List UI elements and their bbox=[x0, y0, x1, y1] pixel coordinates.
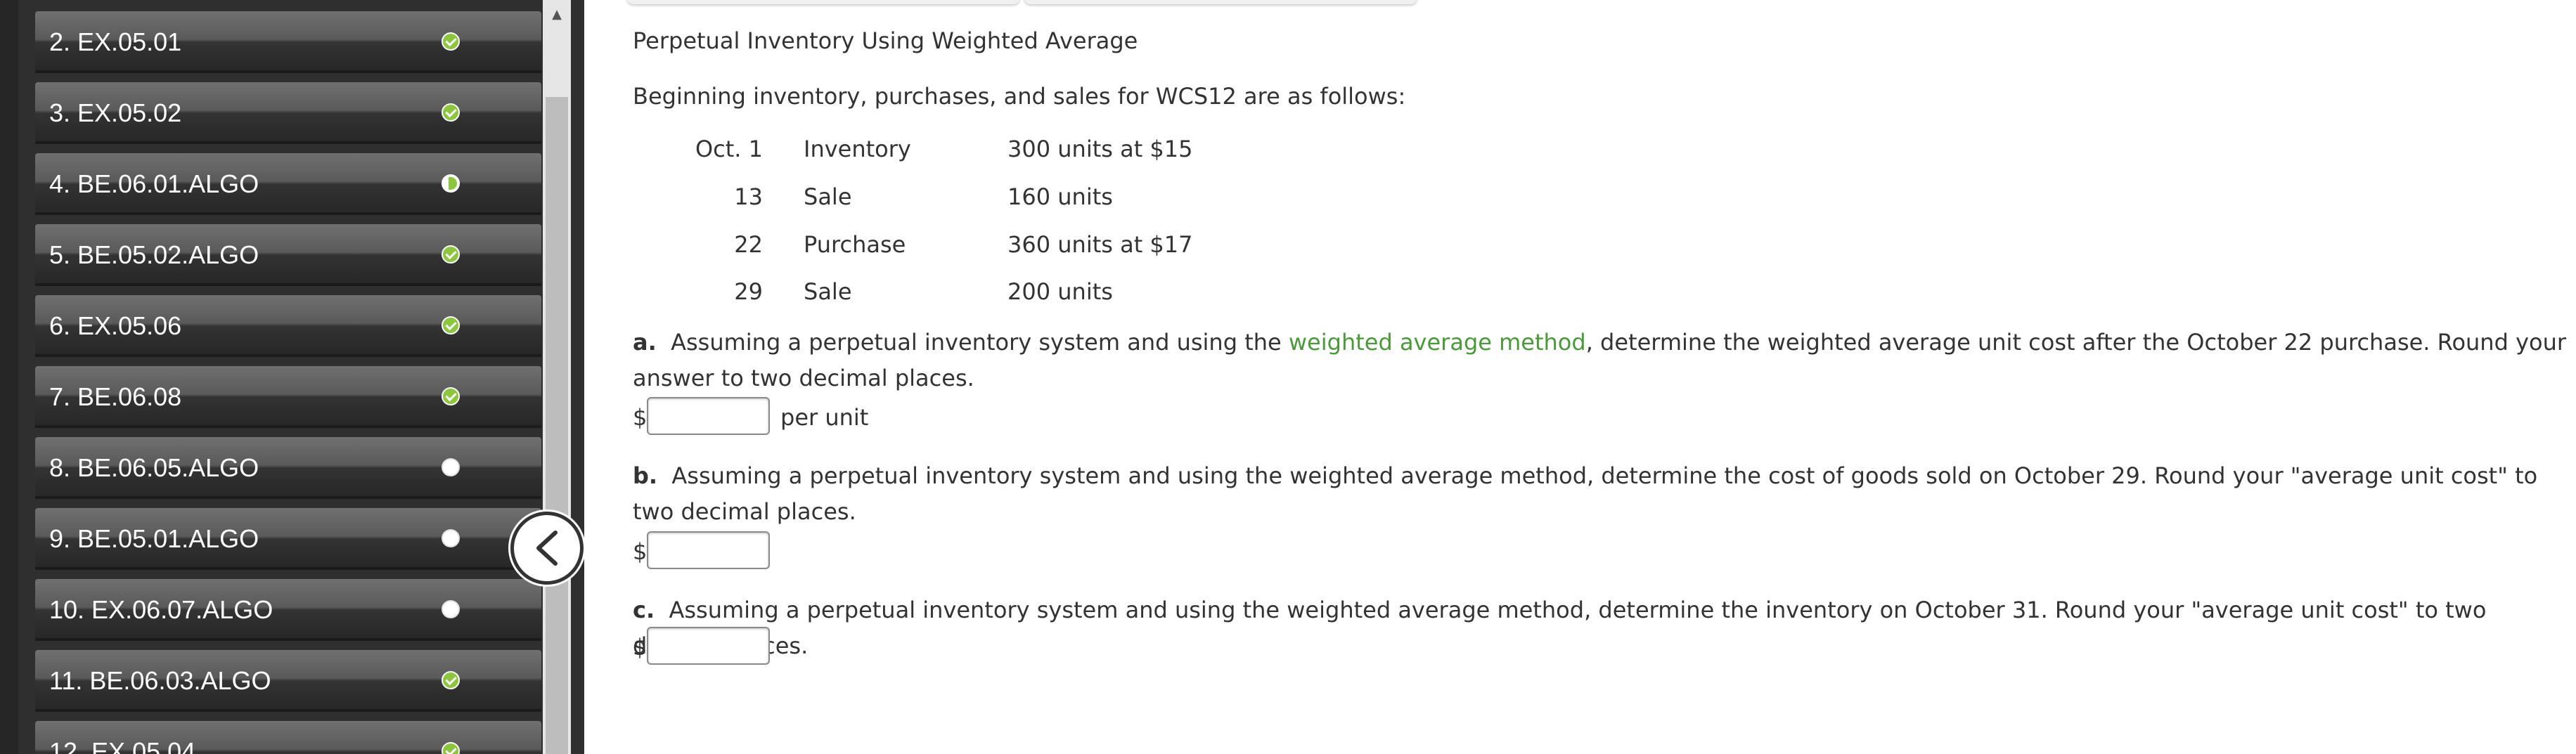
currency-symbol: $ bbox=[633, 634, 648, 661]
sidebar-item-label: 11. BE.06.03.ALGO bbox=[49, 666, 271, 695]
empty-circle-icon bbox=[442, 458, 460, 476]
sidebar-item-label: 4. BE.06.01.ALGO bbox=[49, 169, 259, 198]
top-tab[interactable] bbox=[626, 0, 1020, 4]
answer-c-input[interactable] bbox=[647, 627, 770, 665]
sidebar-item-label: 12. EX.05.04 bbox=[49, 737, 196, 754]
partial-progress-icon bbox=[442, 174, 460, 193]
sidebar-item-label: 3. EX.05.02 bbox=[49, 98, 182, 127]
top-tab[interactable] bbox=[1024, 0, 1417, 4]
answer-a-input[interactable] bbox=[647, 397, 770, 435]
problem-intro: Beginning inventory, purchases, and sale… bbox=[633, 83, 1406, 110]
question-a-text: a. Assuming a perpetual inventory system… bbox=[633, 325, 2573, 396]
sidebar-item-label: 6. EX.05.06 bbox=[49, 311, 182, 340]
check-icon bbox=[442, 103, 460, 122]
sidebar-item-ex-05-02[interactable]: 3. EX.05.02 bbox=[35, 82, 541, 144]
transaction-date: 22 bbox=[734, 231, 763, 258]
sidebar-item-ex-05-06[interactable]: 6. EX.05.06 bbox=[35, 295, 541, 357]
empty-circle-icon bbox=[442, 529, 460, 547]
assignment-sidebar: 2. EX.05.01 3. EX.05.02 4. BE.06.01.ALGO… bbox=[0, 0, 584, 754]
problem-title: Perpetual Inventory Using Weighted Avera… bbox=[633, 27, 1138, 54]
transaction-date: Oct. 1 bbox=[695, 136, 763, 162]
transaction-qty: 160 units bbox=[1007, 183, 1113, 210]
question-b-text: b. Assuming a perpetual inventory system… bbox=[633, 458, 2573, 530]
check-icon bbox=[442, 742, 460, 754]
glossary-link[interactable]: weighted average method bbox=[1289, 329, 1586, 356]
question-a-prefix: Assuming a perpetual inventory system an… bbox=[671, 329, 1289, 356]
chevron-left-icon bbox=[536, 531, 558, 566]
transaction-desc: Inventory bbox=[804, 136, 911, 162]
sidebar-edge bbox=[0, 0, 18, 754]
scroll-thumb[interactable] bbox=[546, 97, 568, 754]
question-letter: a. bbox=[633, 329, 657, 356]
sidebar-item-be-06-08[interactable]: 7. BE.06.08 bbox=[35, 366, 541, 428]
transaction-date: 13 bbox=[734, 183, 763, 210]
sidebar-item-label: 10. EX.06.07.ALGO bbox=[49, 595, 273, 624]
sidebar-item-ex-05-04[interactable]: 12. EX.05.04 bbox=[35, 721, 541, 754]
scroll-up-arrow-icon[interactable]: ▲ bbox=[543, 0, 571, 28]
question-letter: b. bbox=[633, 462, 658, 489]
currency-symbol: $ bbox=[633, 538, 648, 565]
sidebar-item-be-06-01-algo[interactable]: 4. BE.06.01.ALGO bbox=[35, 153, 541, 215]
sidebar-item-ex-05-01[interactable]: 2. EX.05.01 bbox=[35, 11, 541, 73]
sidebar-item-label: 7. BE.06.08 bbox=[49, 382, 182, 411]
sidebar-item-ex-06-07-algo[interactable]: 10. EX.06.07.ALGO bbox=[35, 579, 541, 641]
question-b-body: Assuming a perpetual inventory system an… bbox=[633, 462, 2538, 525]
transaction-desc: Sale bbox=[804, 278, 852, 305]
check-icon bbox=[442, 387, 460, 405]
sidebar-item-be-06-03-algo[interactable]: 11. BE.06.03.ALGO bbox=[35, 650, 541, 712]
check-icon bbox=[442, 316, 460, 334]
transaction-desc: Purchase bbox=[804, 231, 906, 258]
transaction-qty: 200 units bbox=[1007, 278, 1113, 305]
transaction-date: 29 bbox=[734, 278, 763, 305]
transaction-desc: Sale bbox=[804, 183, 852, 210]
currency-symbol: $ bbox=[633, 404, 648, 431]
problem-panel: Perpetual Inventory Using Weighted Avera… bbox=[584, 0, 2576, 754]
question-c-text: c. Assuming a perpetual inventory system… bbox=[633, 592, 2573, 664]
sidebar-item-be-05-01-algo[interactable]: 9. BE.05.01.ALGO bbox=[35, 508, 541, 570]
sidebar-item-label: 2. EX.05.01 bbox=[49, 27, 182, 56]
check-icon bbox=[442, 245, 460, 264]
answer-b-input[interactable] bbox=[647, 531, 770, 569]
transaction-qty: 360 units at $17 bbox=[1007, 231, 1193, 258]
transaction-qty: 300 units at $15 bbox=[1007, 136, 1193, 162]
unit-suffix: per unit bbox=[780, 404, 869, 431]
empty-circle-icon bbox=[442, 600, 460, 618]
sidebar-item-be-06-05-algo[interactable]: 8. BE.06.05.ALGO bbox=[35, 437, 541, 499]
question-letter: c. bbox=[633, 597, 655, 623]
sidebar-item-be-05-02-algo[interactable]: 5. BE.05.02.ALGO bbox=[35, 224, 541, 286]
sidebar-item-label: 8. BE.06.05.ALGO bbox=[49, 453, 259, 482]
check-icon bbox=[442, 32, 460, 51]
sidebar-item-label: 5. BE.05.02.ALGO bbox=[49, 240, 259, 269]
sidebar-item-label: 9. BE.05.01.ALGO bbox=[49, 524, 259, 553]
check-icon bbox=[442, 671, 460, 689]
question-c-body: Assuming a perpetual inventory system an… bbox=[633, 597, 2487, 659]
sidebar-scrollbar[interactable]: ▲ bbox=[543, 0, 571, 754]
collapse-sidebar-button[interactable] bbox=[510, 512, 584, 585]
